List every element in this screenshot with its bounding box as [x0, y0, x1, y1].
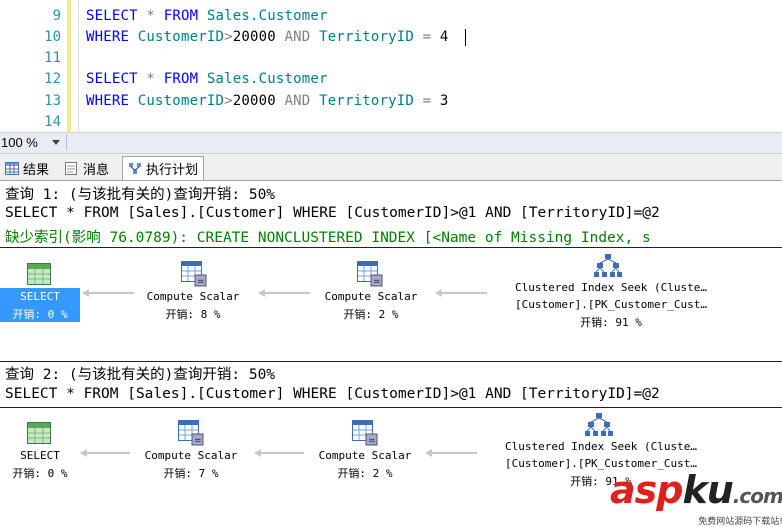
tab-results[interactable]: 结果 — [0, 157, 54, 179]
operator: * — [146, 71, 156, 87]
compute-scalar-icon[interactable]: = — [352, 420, 378, 450]
keyword: WHERE — [86, 29, 130, 45]
node-cost: 开销: 7 % — [163, 467, 219, 480]
clustered-index-seek-icon[interactable] — [594, 253, 622, 283]
watermark-suffix: .com — [732, 484, 782, 508]
svg-text:=: = — [373, 277, 381, 287]
code-line[interactable]: WHERE CustomerID>20000 AND TerritoryID =… — [86, 93, 449, 109]
line-number: 11 — [44, 50, 61, 66]
query-sql-text: SELECT * FROM [Sales].[Customer] WHERE [… — [5, 205, 660, 221]
watermark-brand: asp — [610, 468, 683, 512]
node-cost: 开销: 91 % — [580, 316, 642, 329]
literal: 4 — [439, 29, 449, 45]
keyword: WHERE — [86, 93, 130, 109]
node-cost: 开销: 2 % — [337, 467, 393, 480]
message-icon — [65, 161, 79, 175]
line-number: 9 — [52, 8, 61, 24]
zoom-bar: 100 % — [0, 132, 782, 154]
line-number-gutter: 9 10 11 12 13 14 — [0, 0, 68, 132]
code-line[interactable]: SELECT * FROM Sales.Customer — [86, 8, 328, 24]
node-cost: 开销: 0 % — [12, 308, 68, 321]
operator: AND — [284, 29, 311, 45]
svg-text:=: = — [368, 436, 376, 446]
column-name: TerritoryID — [319, 29, 414, 45]
text-caret — [465, 29, 466, 46]
results-tab-bar: 结果 消息 执行计划 — [0, 154, 782, 181]
tab-label: 执行计划 — [146, 162, 199, 177]
query-editor[interactable]: 9 10 11 12 13 14 SELECT * FROM Sales.Cus… — [0, 0, 782, 132]
node-name[interactable]: Clustered Index Seek (Cluste… — [486, 281, 736, 294]
divider — [0, 247, 782, 248]
column-name: CustomerID — [137, 93, 225, 109]
keyword: FROM — [163, 8, 199, 24]
query-sql-text: SELECT * FROM [Sales].[Customer] WHERE [… — [5, 386, 660, 402]
data-flow-arrow[interactable] — [258, 289, 310, 297]
line-number: 14 — [44, 114, 61, 130]
query-cost-header: 查询 2: (与该批有关的)查询开销: 50% — [5, 367, 276, 383]
keyword: FROM — [163, 71, 199, 87]
node-name[interactable]: Compute Scalar — [128, 449, 254, 462]
node-cost: 开销: 0 % — [12, 467, 68, 480]
literal: 20000 — [232, 29, 276, 45]
line-number: 10 — [44, 29, 61, 45]
svg-text:=: = — [194, 436, 202, 446]
node-cost: 开销: 8 % — [165, 308, 221, 321]
node-object: [Customer].[PK_Customer_Cust… — [514, 298, 708, 311]
node-name[interactable]: Clustered Index Seek (Cluste… — [476, 440, 726, 453]
select-operator-icon[interactable] — [27, 263, 51, 289]
query-cost-header: 查询 1: (与该批有关的)查询开销: 50% — [5, 187, 276, 203]
data-flow-arrow[interactable] — [80, 449, 130, 457]
clustered-index-seek-icon[interactable] — [585, 412, 613, 442]
node-name[interactable]: Compute Scalar — [302, 449, 428, 462]
operator: > — [224, 29, 233, 45]
table-name: Sales.Customer — [206, 71, 328, 87]
node-name[interactable]: Compute Scalar — [130, 290, 256, 303]
zoom-level[interactable]: 100 % — [1, 135, 38, 150]
operator: * — [146, 8, 156, 24]
literal: 3 — [439, 93, 449, 109]
site-watermark-logo: aspku.com 免费网站源码下载站! — [610, 470, 782, 527]
select-operator-icon[interactable] — [27, 422, 51, 448]
divider — [0, 407, 782, 408]
node-name[interactable]: SELECT — [0, 290, 80, 303]
data-flow-arrow[interactable] — [254, 449, 304, 457]
node-name[interactable]: SELECT — [0, 449, 80, 462]
operator: = — [422, 93, 432, 109]
code-line[interactable]: WHERE CustomerID>20000 AND TerritoryID =… — [86, 29, 449, 45]
divider — [66, 134, 67, 150]
tab-label: 结果 — [23, 161, 50, 177]
missing-index-hint[interactable]: 缺少索引(影响 76.0789): CREATE NONCLUSTERED IN… — [5, 226, 651, 247]
table-name: Sales.Customer — [206, 8, 328, 24]
svg-text:=: = — [197, 277, 205, 287]
compute-scalar-icon[interactable]: = — [357, 261, 383, 291]
line-number: 12 — [44, 71, 61, 87]
divider — [0, 361, 782, 362]
selection-margin — [78, 0, 79, 132]
tab-execution-plan[interactable]: 执行计划 — [122, 156, 205, 180]
operator: = — [422, 29, 432, 45]
column-name: CustomerID — [137, 29, 225, 45]
line-number: 13 — [44, 93, 61, 109]
compute-scalar-icon[interactable]: = — [178, 420, 204, 450]
data-flow-arrow[interactable] — [82, 289, 134, 297]
grid-icon — [5, 161, 19, 175]
keyword: SELECT — [86, 8, 138, 24]
tab-messages[interactable]: 消息 — [60, 157, 114, 179]
keyword: SELECT — [86, 71, 138, 87]
data-flow-arrow[interactable] — [435, 289, 487, 297]
data-flow-arrow[interactable] — [425, 449, 477, 457]
operator: AND — [284, 93, 311, 109]
operator: > — [224, 93, 233, 109]
tab-label: 消息 — [83, 161, 110, 177]
node-name[interactable]: Compute Scalar — [308, 290, 434, 303]
column-name: TerritoryID — [319, 93, 414, 109]
watermark-brand: ku — [682, 468, 733, 512]
node-cost: 开销: 2 % — [343, 308, 399, 321]
change-marker-bar — [67, 0, 71, 132]
code-line[interactable]: SELECT * FROM Sales.Customer — [86, 71, 328, 87]
execution-plan-icon — [128, 162, 142, 175]
chevron-down-icon[interactable] — [52, 140, 60, 145]
literal: 20000 — [232, 93, 276, 109]
compute-scalar-icon[interactable]: = — [181, 261, 207, 291]
